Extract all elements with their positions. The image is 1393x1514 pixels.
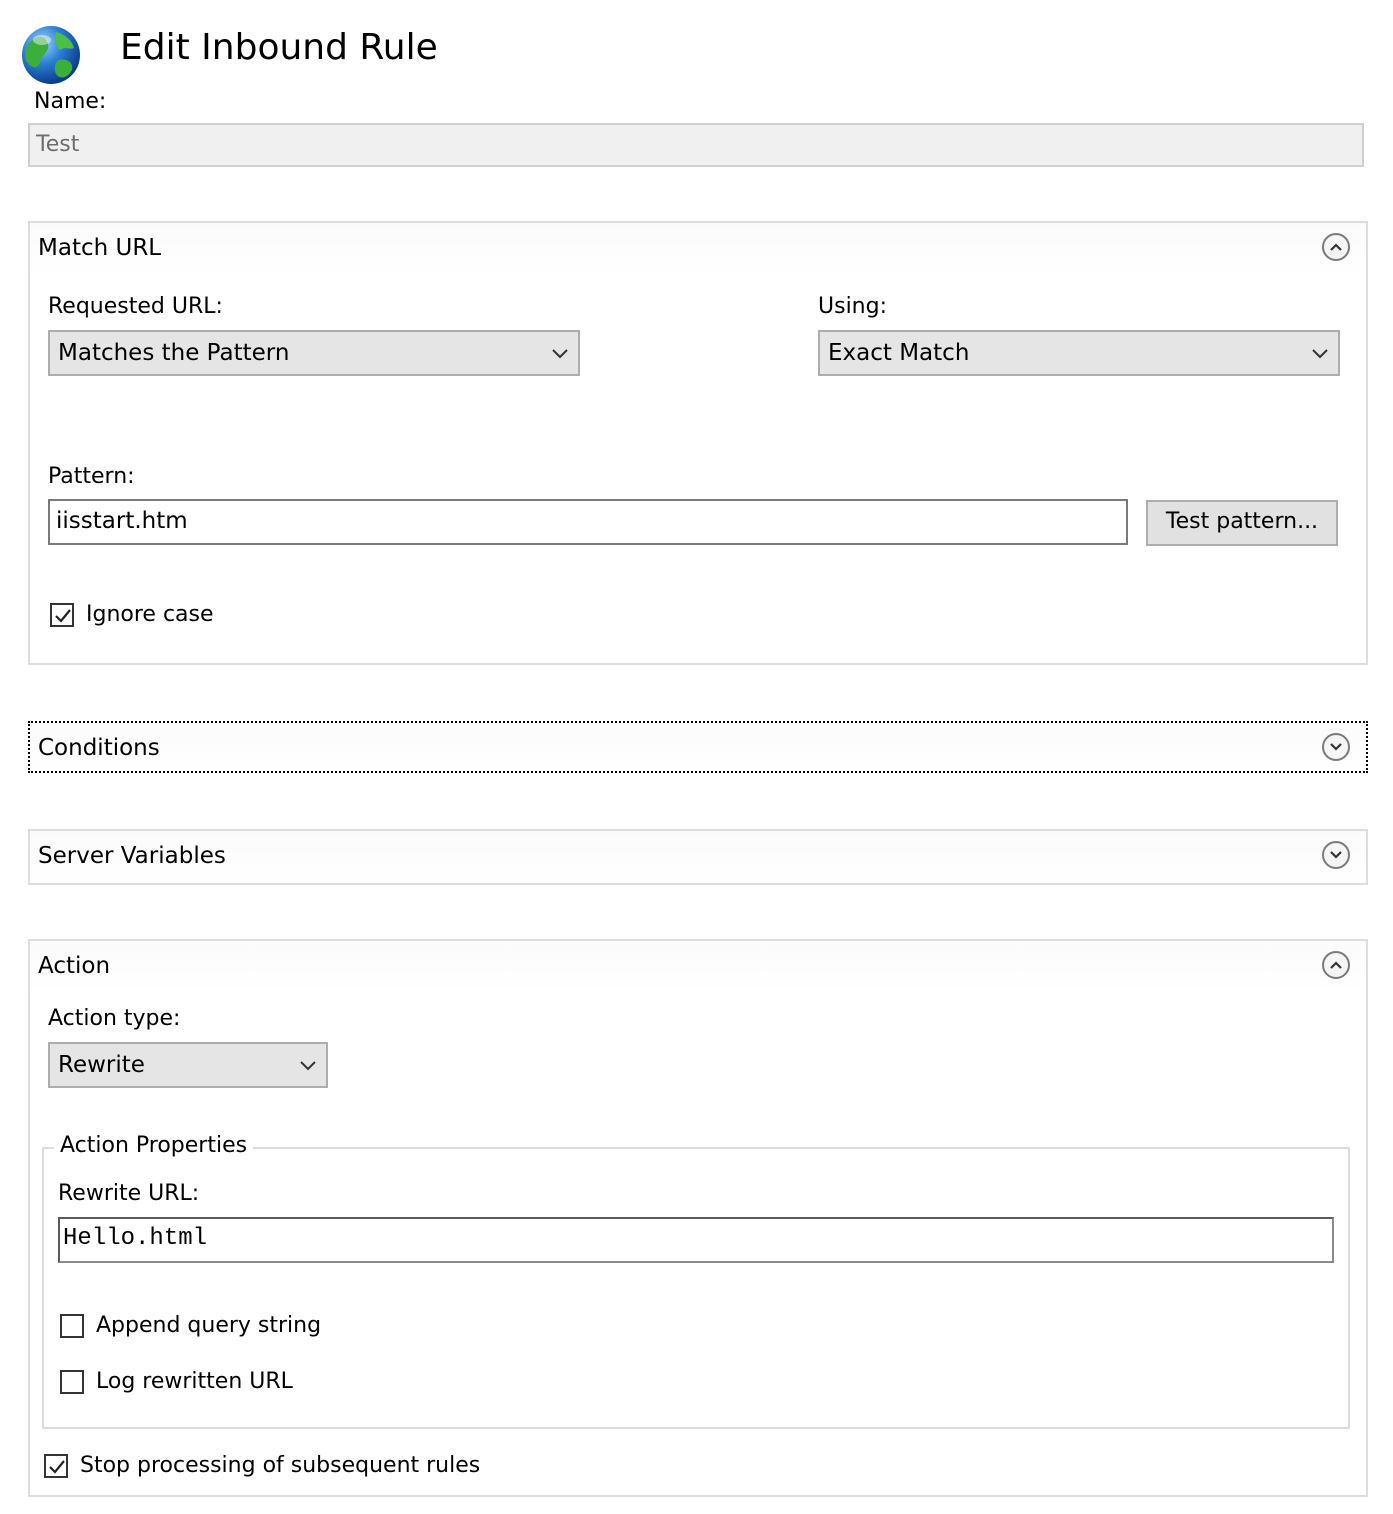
requested-url-select[interactable]: Matches the Pattern bbox=[48, 330, 580, 376]
using-select[interactable]: Exact Match bbox=[818, 330, 1340, 376]
requested-url-label: Requested URL: bbox=[48, 294, 223, 319]
collapse-action-button[interactable] bbox=[1322, 951, 1350, 979]
page-title: Edit Inbound Rule bbox=[120, 27, 438, 68]
log-rewritten-checkbox[interactable] bbox=[60, 1370, 84, 1394]
chevron-up-icon bbox=[1330, 243, 1342, 251]
log-rewritten-label[interactable]: Log rewritten URL bbox=[96, 1369, 293, 1394]
stop-processing-checkbox[interactable] bbox=[44, 1454, 68, 1478]
action-section: Action Action type: Rewrite Action Prope… bbox=[28, 939, 1368, 1497]
collapse-match-url-button[interactable] bbox=[1322, 233, 1350, 261]
pattern-value: iisstart.htm bbox=[56, 508, 188, 534]
conditions-title: Conditions bbox=[38, 735, 160, 761]
name-label: Name: bbox=[34, 89, 107, 114]
stop-processing-label[interactable]: Stop processing of subsequent rules bbox=[80, 1453, 480, 1478]
action-type-label: Action type: bbox=[48, 1006, 181, 1031]
conditions-header[interactable]: Conditions bbox=[30, 723, 1366, 771]
expand-server-variables-button[interactable] bbox=[1322, 841, 1350, 869]
chevron-down-icon bbox=[300, 1061, 316, 1071]
pattern-label: Pattern: bbox=[48, 464, 135, 489]
rewrite-url-input[interactable]: Hello.html bbox=[58, 1217, 1334, 1263]
action-title: Action bbox=[38, 953, 111, 979]
match-url-title: Match URL bbox=[38, 235, 162, 261]
chevron-up-icon bbox=[1330, 961, 1342, 969]
action-type-value: Rewrite bbox=[58, 1052, 145, 1078]
server-variables-title: Server Variables bbox=[38, 843, 226, 869]
ignore-case-checkbox[interactable] bbox=[50, 603, 74, 627]
rewrite-url-label: Rewrite URL: bbox=[58, 1181, 200, 1206]
action-properties-legend: Action Properties bbox=[54, 1133, 254, 1158]
name-value: Test bbox=[36, 132, 80, 157]
server-variables-header[interactable]: Server Variables bbox=[30, 831, 1366, 883]
match-url-header[interactable]: Match URL bbox=[30, 223, 1366, 275]
chevron-down-icon bbox=[1330, 743, 1342, 751]
checkmark-icon bbox=[49, 1460, 65, 1474]
expand-conditions-button[interactable] bbox=[1322, 733, 1350, 761]
requested-url-value: Matches the Pattern bbox=[58, 340, 290, 366]
rewrite-url-value: Hello.html bbox=[63, 1225, 208, 1252]
action-type-select[interactable]: Rewrite bbox=[48, 1042, 328, 1088]
chevron-down-icon bbox=[1312, 349, 1328, 359]
server-variables-section: Server Variables bbox=[28, 829, 1368, 885]
pattern-input[interactable]: iisstart.htm bbox=[48, 499, 1128, 545]
match-url-section: Match URL Requested URL: Matches the Pat… bbox=[28, 221, 1368, 665]
test-pattern-button[interactable]: Test pattern... bbox=[1146, 500, 1338, 546]
conditions-section: Conditions bbox=[28, 721, 1368, 773]
action-header[interactable]: Action bbox=[30, 941, 1366, 993]
append-query-label[interactable]: Append query string bbox=[96, 1313, 321, 1338]
using-label: Using: bbox=[818, 294, 887, 319]
chevron-down-icon bbox=[552, 349, 568, 359]
name-field: Test bbox=[28, 123, 1364, 167]
globe-icon bbox=[22, 26, 80, 84]
using-value: Exact Match bbox=[828, 340, 970, 366]
checkmark-icon bbox=[55, 609, 71, 623]
chevron-down-icon bbox=[1330, 851, 1342, 859]
append-query-checkbox[interactable] bbox=[60, 1314, 84, 1338]
ignore-case-label[interactable]: Ignore case bbox=[86, 602, 214, 627]
